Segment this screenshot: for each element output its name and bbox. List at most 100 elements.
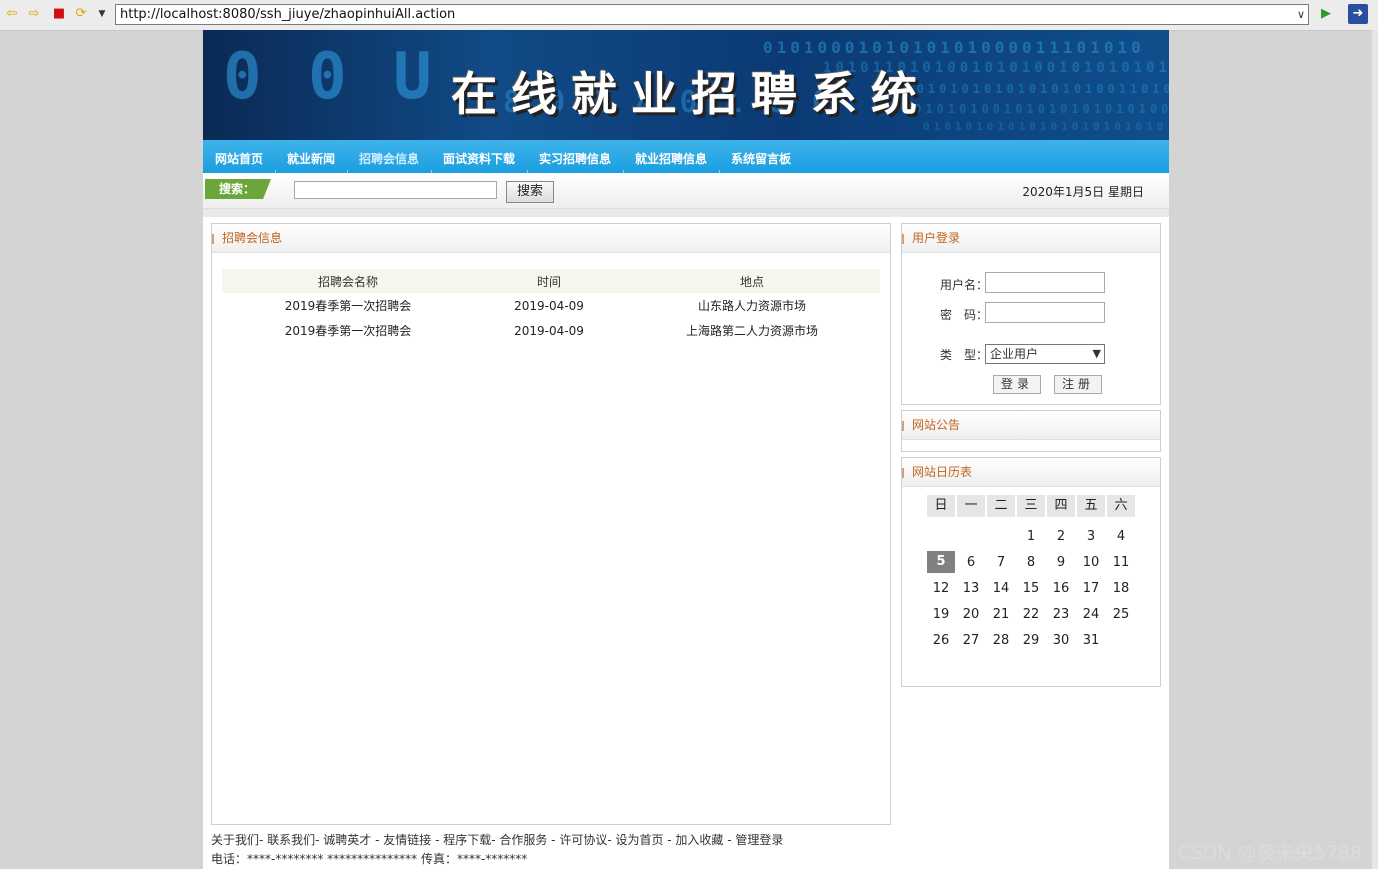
nav-home[interactable]: 网站首页 [215,150,263,167]
calendar-day[interactable]: 21 [987,604,1015,626]
user-type-label: 类 型： [940,348,989,362]
notice-panel: 网站公告 [901,410,1161,452]
fair-location: 山东路人力资源市场 [697,299,806,313]
calendar-panel-title: 网站日历表 [902,458,1160,487]
nav-message-board[interactable]: 系统留言板 [731,150,791,167]
forward-icon[interactable]: ⇨ [26,6,42,22]
calendar-day[interactable]: 11 [1107,552,1135,574]
nav-employment[interactable]: 就业招聘信息 [635,150,707,167]
address-dropdown-icon[interactable]: ∨ [1297,5,1305,24]
search-button[interactable]: 搜索 [506,181,554,203]
nav-internship[interactable]: 实习招聘信息 [539,150,611,167]
column-header-time: 时间 [474,269,624,293]
banner-digits-decoration: 0101000101010101000011101010 [763,38,1145,57]
calendar-day[interactable]: 20 [957,604,985,626]
refresh-icon[interactable]: ⟳ [73,6,89,22]
browser-toolbar: ⇦ ⇨ ■ ⟳ ▼ http://localhost:8080/ssh_jiuy… [0,0,1378,31]
register-button[interactable]: 注册 [1054,375,1102,394]
calendar-day[interactable]: 22 [1017,604,1045,626]
column-header-location: 地点 [624,269,880,293]
menu-dropdown-icon[interactable]: ▼ [94,6,110,22]
calendar-day[interactable]: 8 [1017,552,1045,574]
calendar-day[interactable]: 19 [927,604,955,626]
search-label: 搜索： [205,179,271,199]
username-label: 用户名： [940,278,989,292]
calendar-day[interactable]: 26 [927,630,955,652]
notice-panel-title: 网站公告 [902,411,1160,440]
calendar-day[interactable]: 3 [1077,526,1105,548]
nav-interview-downloads[interactable]: 面试资料下载 [443,150,515,167]
footer-contact: 电话：****-******** *************** 传真：****… [211,852,528,866]
divider [203,209,1169,217]
calendar-day[interactable]: 10 [1077,552,1105,574]
calendar-weekday: 四 [1047,495,1075,517]
site-banner: 0 0 U 8 0 1 8 0 1 0 0 010100010101010100… [203,30,1169,140]
password-label: 密 码： [940,308,989,322]
calendar-day[interactable]: 14 [987,578,1015,600]
table-row[interactable]: 2019春季第一次招聘会 2019-04-09 上海路第二人力资源市场 [222,318,880,343]
banner-digits-decoration: 1010101001010101010101001010101010 [903,102,1169,116]
fair-name[interactable]: 2019春季第一次招聘会 [222,318,474,343]
user-type-select[interactable]: 企业用户 ▼ [985,344,1105,364]
calendar-day[interactable]: 13 [957,578,985,600]
calendar-day[interactable]: 4 [1107,526,1135,548]
calendar-day[interactable]: 25 [1107,604,1135,626]
table-header-row: 招聘会名称 时间 地点 [222,269,880,293]
go-icon[interactable]: ▶ [1318,6,1334,22]
calendar-day[interactable]: 24 [1077,604,1105,626]
login-button[interactable]: 登录 [993,375,1041,394]
stop-icon[interactable]: ■ [51,6,67,22]
calendar-day[interactable]: 7 [987,552,1015,574]
calendar-day[interactable]: 23 [1047,604,1075,626]
calendar-day[interactable]: 16 [1047,578,1075,600]
user-type-value: 企业用户 [990,347,1039,361]
window-edge [1372,30,1378,869]
calendar-weekday: 五 [1077,495,1105,517]
watermark: CSDN @夜未央5788 [1177,842,1362,864]
footer-links[interactable]: 关于我们- 联系我们- 诚聘英才 - 友情链接 - 程序下载- 合作服务 - 许… [211,831,783,850]
job-fair-panel-title: 招聘会信息 [212,224,890,253]
calendar-day[interactable]: 12 [927,578,955,600]
page: 0 0 U 8 0 1 8 0 1 0 0 010100010101010100… [203,30,1169,869]
search-bar: 搜索： 搜索 2020年1月5日 星期日 [203,173,1169,209]
calendar-today[interactable]: 5 [927,551,955,573]
address-text: http://localhost:8080/ssh_jiuye/zhaopinh… [120,7,456,22]
ie-icon[interactable]: ➜ [1348,4,1368,24]
fair-name[interactable]: 2019春季第一次招聘会 [222,293,474,318]
column-header-name: 招聘会名称 [222,269,474,293]
password-field[interactable] [985,302,1105,323]
fair-location: 上海路第二人力资源市场 [685,324,818,338]
calendar-weekday: 二 [987,495,1015,517]
fair-time: 2019-04-09 [514,323,584,338]
username-field[interactable] [985,272,1105,293]
calendar-day[interactable]: 18 [1107,578,1135,600]
chevron-down-icon: ▼ [1092,347,1101,360]
search-input[interactable] [294,181,497,199]
calendar-day[interactable]: 1 [1017,526,1045,548]
calendar-day[interactable]: 30 [1047,630,1075,652]
calendar-weekday: 日 [927,495,955,517]
calendar-day[interactable]: 15 [1017,578,1045,600]
nav-news[interactable]: 就业新闻 [287,150,335,167]
nav-job-fair[interactable]: 招聘会信息 [359,150,419,167]
main-nav: 网站首页 就业新闻 招聘会信息 面试资料下载 实习招聘信息 就业招聘信息 系统留… [203,140,1169,173]
calendar-day[interactable]: 27 [957,630,985,652]
table-row[interactable]: 2019春季第一次招聘会 2019-04-09 山东路人力资源市场 [222,293,880,318]
calendar-day[interactable]: 28 [987,630,1015,652]
address-bar[interactable]: http://localhost:8080/ssh_jiuye/zhaopinh… [115,4,1309,25]
calendar-day[interactable]: 9 [1047,552,1075,574]
calendar-day[interactable]: 29 [1017,630,1045,652]
calendar-day[interactable]: 17 [1077,578,1105,600]
calendar-day[interactable]: 2 [1047,526,1075,548]
calendar-weekday: 六 [1107,495,1135,517]
calendar-weekday: 三 [1017,495,1045,517]
footer: 关于我们- 联系我们- 诚聘英才 - 友情链接 - 程序下载- 合作服务 - 许… [211,831,783,869]
job-fair-panel: 招聘会信息 招聘会名称 时间 地点 2019春季第一次招聘会 2019-04-0… [211,223,891,825]
site-title: 在线就业招聘系统 [451,67,931,121]
calendar-panel: 网站日历表 日一二三四五六 1 2 3 4 5 6 7 8 9 10 11 12 13 14 15 16 17 18… [901,457,1161,687]
calendar-day[interactable]: 31 [1077,630,1105,652]
fair-time: 2019-04-09 [514,298,584,313]
login-panel-title: 用户登录 [902,224,1160,253]
calendar-day[interactable]: 6 [957,552,985,574]
back-icon[interactable]: ⇦ [4,6,20,22]
